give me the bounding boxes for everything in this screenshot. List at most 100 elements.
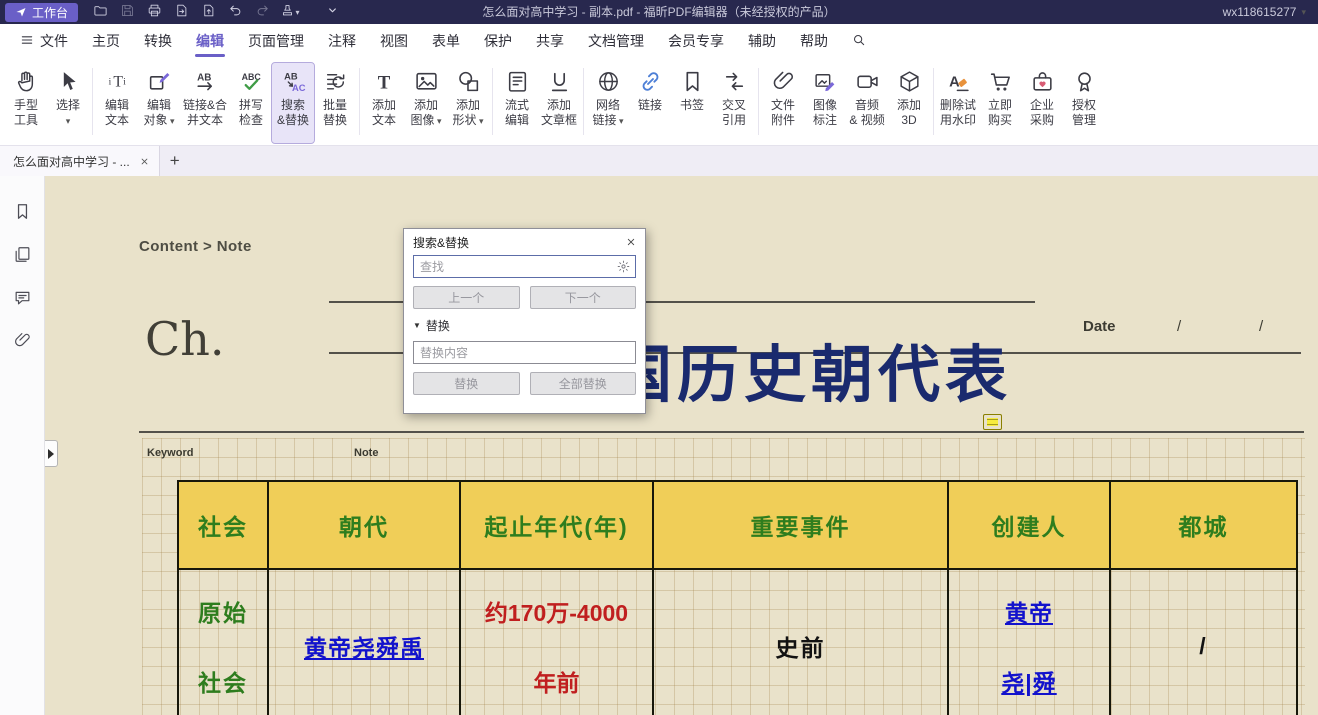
menu-member[interactable]: 会员专享 [656, 24, 736, 58]
menu-share[interactable]: 共享 [524, 24, 576, 58]
ribbon-file-attachment[interactable]: 文件附件 [762, 63, 804, 143]
ribbon-flow-edit[interactable]: 流式编辑 [496, 63, 538, 143]
menu-search[interactable] [840, 24, 878, 58]
table-link[interactable]: 尧|舜 [1001, 664, 1056, 698]
menu-form[interactable]: 表单 [420, 24, 472, 58]
ribbon-label: 网络链接 ▾ [593, 98, 624, 129]
ribbon-bookmark[interactable]: 书签 [671, 63, 713, 143]
table-text: 史前 [776, 629, 826, 663]
ribbon-add-3d[interactable]: 添加3D [888, 63, 930, 143]
open-file-button[interactable] [87, 0, 114, 24]
redo-icon [255, 3, 270, 21]
comments-panel-button[interactable] [13, 288, 32, 307]
replace-input[interactable] [413, 341, 636, 364]
svg-text:AB: AB [197, 72, 211, 83]
ribbon-edit-text[interactable]: iTi编辑文本 [96, 63, 138, 143]
ribbon-cross-reference[interactable]: 交叉引用 [713, 63, 755, 143]
menu-assist[interactable]: 辅助 [736, 24, 788, 58]
triangle-down-icon: ▼ [413, 321, 421, 330]
license-icon [1072, 68, 1097, 94]
ribbon-enterprise-purchase[interactable]: 企业采购 [1021, 63, 1063, 143]
menu-convert[interactable]: 转换 [132, 24, 184, 58]
new-tab-button[interactable]: + [160, 151, 190, 171]
close-tab-icon[interactable] [140, 157, 149, 166]
menu-label: 视图 [380, 31, 408, 51]
dialog-header[interactable]: 搜索&替换 [404, 229, 645, 255]
table-header-cell: 起止年代(年) [461, 482, 654, 568]
bookmarks-panel-button[interactable] [13, 202, 32, 221]
menu-protect[interactable]: 保护 [472, 24, 524, 58]
menu-comment[interactable]: 注释 [316, 24, 368, 58]
menu-help[interactable]: 帮助 [788, 24, 840, 58]
ribbon-label: 音频& 视频 [849, 98, 884, 128]
ribbon-edit-object[interactable]: 编辑对象 ▾ [138, 63, 180, 143]
convert-file-button[interactable] [195, 0, 222, 24]
table-text: 约170万-4000 [485, 594, 628, 628]
menu-page-manage[interactable]: 页面管理 [236, 24, 316, 58]
ribbon-batch-replace[interactable]: 批量替换 [314, 63, 356, 143]
menu-doc-manage[interactable]: 文档管理 [576, 24, 656, 58]
menu-edit[interactable]: 编辑 [184, 24, 236, 58]
sign-tool-button[interactable]: ▾ [276, 0, 303, 24]
menu-view[interactable]: 视图 [368, 24, 420, 58]
menu-file[interactable]: 文件 [8, 24, 80, 58]
ribbon-link[interactable]: 链接 [629, 63, 671, 143]
undo-button[interactable] [222, 0, 249, 24]
save-button[interactable] [114, 0, 141, 24]
attachments-panel-button[interactable] [13, 331, 32, 350]
close-icon[interactable] [626, 237, 636, 247]
ribbon-add-article-box[interactable]: 添加文章框 [538, 63, 580, 143]
replace-all-button[interactable]: 全部替换 [530, 372, 637, 395]
collapse-toolbar-button[interactable] [319, 0, 346, 24]
print-button[interactable] [141, 0, 168, 24]
ribbon-add-image[interactable]: 添加图像 ▾ [405, 63, 447, 143]
document-tab[interactable]: 怎么面对高中学习 - ... [0, 146, 160, 176]
ribbon-search-replace[interactable]: ABAC搜索&替换 [272, 63, 314, 143]
workspace-button[interactable]: 工作台 [5, 3, 78, 22]
table-cell: / [1111, 570, 1296, 715]
ribbon-remove-trial-watermark[interactable]: A删除试用水印 [937, 63, 979, 143]
table-link[interactable]: 黄帝尧舜禹 [304, 629, 424, 663]
flow_edit-icon [505, 68, 530, 94]
next-button[interactable]: 下一个 [530, 286, 637, 309]
ribbon-image-annotation[interactable]: 图像标注 [804, 63, 846, 143]
replace-button[interactable]: 替换 [413, 372, 520, 395]
ribbon-hand-tool[interactable]: 手型工具 [5, 63, 47, 143]
menu-label: 文件 [40, 31, 68, 51]
find-input[interactable] [413, 255, 636, 278]
ribbon-buy-now[interactable]: 立即购买 [979, 63, 1021, 143]
replace-section-toggle[interactable]: ▼ 替换 [413, 317, 636, 334]
enterprise-icon [1030, 68, 1055, 94]
ribbon-label: 批量替换 [323, 98, 347, 128]
note-label: Note [354, 447, 378, 459]
ribbon-web-link[interactable]: 网络链接 ▾ [587, 63, 629, 143]
ribbon-spell-check[interactable]: ABC拼写检查 [230, 63, 272, 143]
export-file-button[interactable] [168, 0, 195, 24]
foxit-logo-icon [15, 6, 27, 18]
table-link[interactable]: 黄帝 [1005, 594, 1053, 628]
ribbon-link-merge-text[interactable]: AB链接&合并文本 [180, 63, 230, 143]
ribbon-select[interactable]: 选择▾ [47, 63, 89, 143]
ribbon-license-manage[interactable]: 授权管理 [1063, 63, 1105, 143]
export1-icon [174, 3, 189, 21]
remove_watermark-icon: A [946, 68, 971, 94]
chevron-down-icon: ▾ [1301, 7, 1306, 18]
svg-text:i: i [123, 77, 126, 87]
pages-panel-button[interactable] [13, 245, 32, 264]
ribbon-audio-video[interactable]: 音频& 视频 [846, 63, 888, 143]
dialog-body: 上一个 下一个 ▼ 替换 替换 全部替换 [404, 255, 645, 413]
comment-note-icon[interactable] [983, 414, 1002, 430]
menu-home[interactable]: 主页 [80, 24, 132, 58]
ribbon-add-text[interactable]: T添加文本 [363, 63, 405, 143]
titlebar: 工作台 ▾ 怎么面对高中学习 - 副本.pdf - 福昕PDF编辑器（未经授权的… [0, 0, 1318, 24]
ribbon-label: 编辑对象 ▾ [143, 98, 174, 129]
expand-panel-handle[interactable] [45, 440, 58, 467]
ribbon-label: 添加3D [897, 98, 921, 128]
menu-label: 会员专享 [668, 31, 724, 51]
redo-button[interactable] [249, 0, 276, 24]
search-options-gear-icon[interactable] [616, 259, 631, 274]
account-menu[interactable]: wx118615277 ▾ [1223, 5, 1318, 19]
search-icon [852, 33, 866, 50]
previous-button[interactable]: 上一个 [413, 286, 520, 309]
ribbon-add-shape[interactable]: 添加形状 ▾ [447, 63, 489, 143]
